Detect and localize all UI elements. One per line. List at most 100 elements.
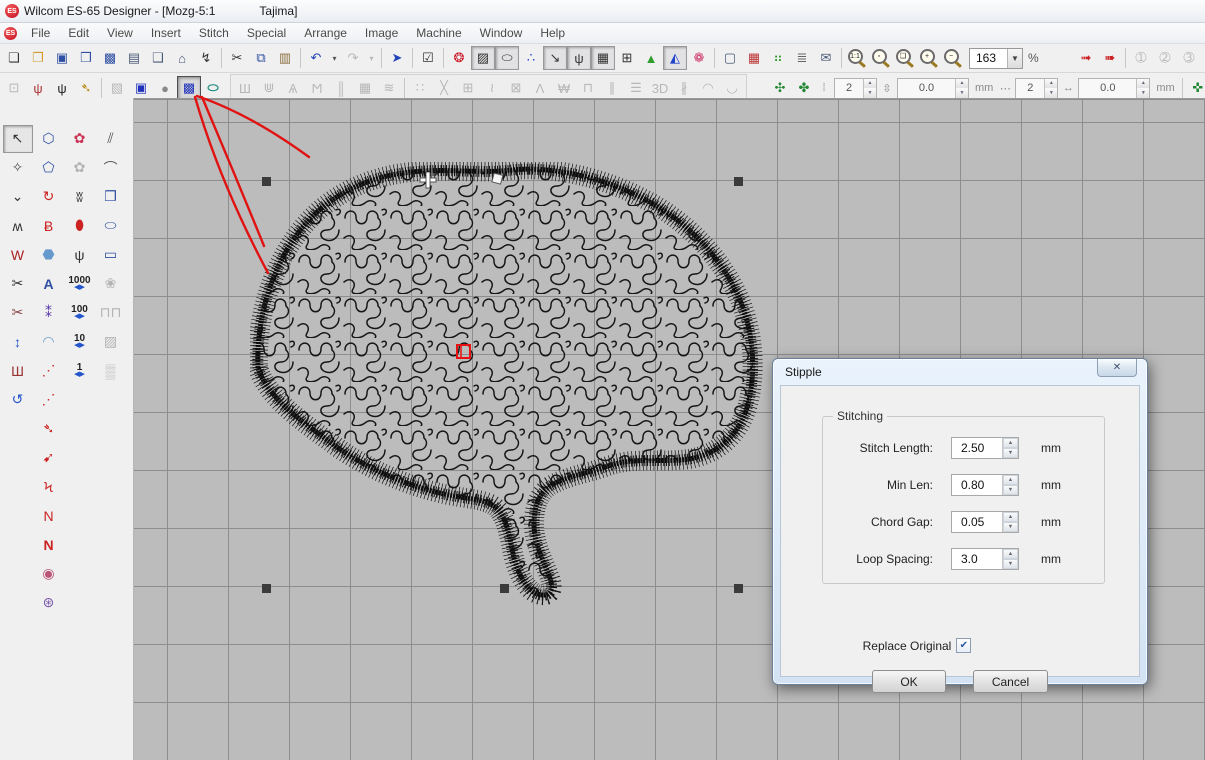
new-document-button[interactable]: ❏	[2, 46, 26, 70]
hoop-template-button[interactable]: ⊡	[2, 76, 26, 100]
ok-button[interactable]: OK	[872, 670, 946, 693]
ellipse-tool[interactable]: ⬭	[96, 212, 126, 240]
zigzag-stitch-tool[interactable]: ʬ	[65, 183, 95, 211]
rotate-tool[interactable]: ↻	[34, 183, 64, 211]
jump-1000-tool[interactable]: 1000 ◀▶	[65, 270, 95, 298]
zigzag-run-tool[interactable]: ʍ	[3, 212, 33, 240]
setting-value[interactable]: 0.05	[952, 512, 1002, 532]
motif-run-tool[interactable]: ✿	[65, 125, 95, 153]
closed-object-button[interactable]: ◡	[720, 76, 744, 100]
show-ruler-button[interactable]: ⊞	[615, 46, 639, 70]
save-to-disk-button[interactable]: ▩	[98, 46, 122, 70]
brain-design[interactable]	[250, 162, 765, 607]
lettering-tool[interactable]: A	[34, 270, 64, 298]
run-offset-value[interactable]: 0.0	[1079, 79, 1136, 98]
triple-run-tool[interactable]: ➹	[34, 444, 64, 472]
show-connectors-button[interactable]: ↘	[543, 46, 567, 70]
show-hatch-button[interactable]: ▨	[471, 46, 495, 70]
circle-pair-tool[interactable]: ◉	[34, 560, 64, 588]
align-vertical-icon[interactable]: ✤	[792, 76, 816, 100]
measure-tool[interactable]: ↕	[3, 328, 33, 356]
run-line-tool[interactable]: ⋰	[34, 357, 64, 385]
setting-value[interactable]: 3.0	[952, 549, 1002, 569]
open-path-tool[interactable]: Ν	[34, 502, 64, 530]
lattice-fill-button[interactable]: ▦	[353, 76, 377, 100]
jump-1-tool[interactable]: 1 ◀▶	[65, 357, 95, 385]
remove-border-tool[interactable]: Ƀ	[34, 212, 64, 240]
zigzag-line-tool[interactable]: Ϟ	[34, 473, 64, 501]
close-icon[interactable]: ✕	[1097, 359, 1137, 377]
menu-item-edit[interactable]: Edit	[59, 24, 98, 42]
center-point-icon[interactable]: ✜	[1186, 76, 1205, 100]
setting-spinner-arrows[interactable]: ▲▼	[1002, 438, 1018, 458]
zoom-input[interactable]: 163 ▼	[969, 48, 1023, 69]
selection-handle[interactable]	[262, 584, 271, 593]
function-1-button[interactable]: ➀	[1129, 46, 1153, 70]
stipple-fill-button[interactable]: ▩	[177, 76, 201, 100]
rectangle-tool[interactable]: ▭	[96, 241, 126, 269]
menu-item-arrange[interactable]: Arrange	[295, 24, 356, 42]
menu-item-help[interactable]: Help	[531, 24, 574, 42]
open-design-button[interactable]: ❐	[26, 46, 50, 70]
pull-count-arrows[interactable]: ▲▼	[863, 79, 876, 98]
zoom-dropdown-icon[interactable]: ▼	[1007, 49, 1022, 68]
jump-10-tool[interactable]: 10 ◀▶	[65, 328, 95, 356]
run-count-value[interactable]: 2	[1016, 79, 1044, 98]
undo-button[interactable]: ↶	[304, 46, 328, 70]
run-offset-spinner[interactable]: 0.0 ▲▼	[1078, 78, 1150, 99]
fur-effect-button[interactable]: ∦	[672, 76, 696, 100]
menu-item-special[interactable]: Special	[238, 24, 295, 42]
satin-stitch-button[interactable]: Ш	[233, 76, 257, 100]
function-2-button[interactable]: ➁	[1153, 46, 1177, 70]
auto-apply-checkbox-button[interactable]: ☑	[416, 46, 440, 70]
wave-fill-button[interactable]: ≋	[377, 76, 401, 100]
replace-original-checkbox[interactable]: ✔	[956, 638, 971, 653]
parallel-fill-button[interactable]: ∥	[600, 76, 624, 100]
tatami-fill-button[interactable]: Ϻ	[305, 76, 329, 100]
menu-item-image[interactable]: Image	[356, 24, 407, 42]
print-button[interactable]: ▤	[122, 46, 146, 70]
closed-path-tool[interactable]: N	[34, 531, 64, 559]
polygon-select-tool[interactable]: ✧	[3, 154, 33, 182]
print-preview-button[interactable]: ❑	[146, 46, 170, 70]
color-film-button[interactable]: ⠶	[766, 46, 790, 70]
program-split-button[interactable]: ▧	[105, 76, 129, 100]
vertex-edit-tool[interactable]: ⌄	[3, 183, 33, 211]
overview-window-button[interactable]: ▢	[718, 46, 742, 70]
menu-item-insert[interactable]: Insert	[142, 24, 190, 42]
open-object-button[interactable]: ◠	[696, 76, 720, 100]
e-stitch-button[interactable]: ⋓	[257, 76, 281, 100]
travel-by-stitch-button[interactable]: ➟	[1074, 46, 1098, 70]
zoom-out-button[interactable]: −	[941, 46, 965, 70]
motif-fill-button[interactable]: ₩	[552, 76, 576, 100]
zigzag-stitch-button[interactable]: Ѧ	[281, 76, 305, 100]
outline-design-button[interactable]: ⬭	[201, 76, 225, 100]
show-points-button[interactable]: ∴	[519, 46, 543, 70]
save-as-machine-button[interactable]: ❒	[74, 46, 98, 70]
menu-item-stitch[interactable]: Stitch	[190, 24, 238, 42]
cut-button[interactable]: ✂	[225, 46, 249, 70]
target-circle-tool[interactable]: ⊛	[34, 589, 64, 617]
selection-handle[interactable]	[734, 584, 743, 593]
align-horizontal-icon[interactable]: ✣	[768, 76, 792, 100]
column-fill-button[interactable]: ║	[329, 76, 353, 100]
parallel-lines-tool[interactable]: ⫽	[96, 125, 126, 153]
needle-manual-button[interactable]: ψ	[50, 76, 74, 100]
selection-handle[interactable]	[262, 177, 271, 186]
reshape-object-tool[interactable]: ⬡	[34, 125, 64, 153]
show-background-button[interactable]: ▲	[639, 46, 663, 70]
show-grid-button[interactable]: ▦	[591, 46, 615, 70]
setting-spinner-arrows[interactable]: ▲▼	[1002, 549, 1018, 569]
penetration-tool[interactable]: ψ	[65, 241, 95, 269]
grid-fill-button[interactable]: ⊞	[456, 76, 480, 100]
connect-machine-button[interactable]: ↯	[194, 46, 218, 70]
redo-dropdown[interactable]: ▾	[365, 46, 378, 70]
paste-button[interactable]: ▥	[273, 46, 297, 70]
selection-handle[interactable]	[734, 177, 743, 186]
three-d-warp-button[interactable]: 3D	[648, 76, 672, 100]
zoom-1to1-button[interactable]: 1:1	[845, 46, 869, 70]
function-3-button[interactable]: ➂	[1177, 46, 1201, 70]
add-points-button[interactable]: ➴	[74, 76, 98, 100]
dot-fill-button[interactable]: ●	[153, 76, 177, 100]
reshape-hat-tool[interactable]: ◠	[34, 328, 64, 356]
